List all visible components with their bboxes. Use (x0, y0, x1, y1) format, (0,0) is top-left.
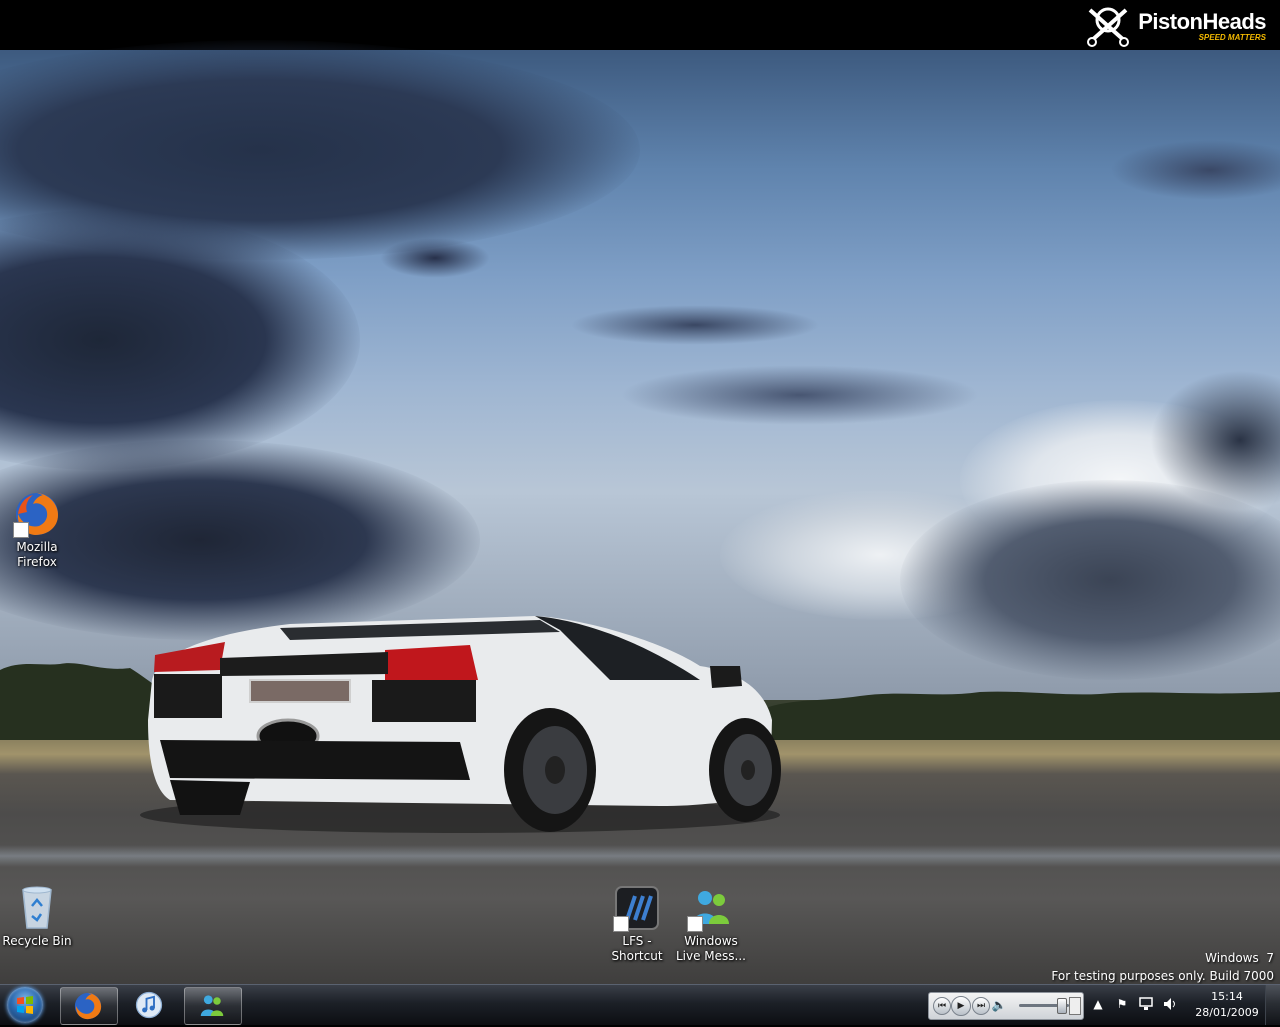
streak-cloud (620, 365, 980, 425)
desktop-icon-label: Firefox (17, 555, 57, 569)
desktop-icon-label: Live Mess... (675, 949, 746, 963)
desktop-icon-label: Shortcut (611, 949, 663, 963)
firefox-icon (13, 490, 61, 538)
sports-car (140, 616, 781, 833)
firefox-icon (74, 992, 102, 1020)
taskbar-button-itunes[interactable] (122, 987, 178, 1023)
shortcut-arrow-icon (613, 916, 629, 932)
watermark-os-name: Windows 7 (1205, 951, 1274, 965)
shortcut-arrow-icon (687, 916, 703, 932)
itunes-icon (135, 991, 163, 1019)
show-desktop-button[interactable] (1265, 985, 1280, 1025)
action-center-flag-icon[interactable]: ⚑ (1114, 996, 1130, 1012)
desktop-icon-label: Windows (684, 934, 738, 948)
media-player-toolbar: ⏮ ▶ ⏭ 🔈 (928, 992, 1084, 1020)
network-icon[interactable] (1138, 996, 1154, 1012)
watermark-build-text: For testing purposes only. Build 7000 (1051, 969, 1274, 983)
desktop-icon-lfs[interactable]: LFS - Shortcut (600, 884, 674, 964)
pistonheads-wordmark: PistonHeads SPEED MATTERS (1138, 8, 1266, 42)
desktop-icon-label: Recycle Bin (2, 934, 72, 948)
lfs-icon (613, 884, 661, 932)
windows-start-orb-icon (7, 987, 43, 1023)
previous-icon[interactable]: ⏮ (933, 997, 951, 1015)
streak-cloud (570, 305, 820, 345)
taskbar-button-windows-live-messenger[interactable] (184, 987, 242, 1025)
taskbar-button-firefox[interactable] (60, 987, 118, 1025)
desktop-wallpaper (0, 0, 1280, 1024)
brand-name: PistonHeads (1138, 8, 1266, 34)
pistonheads-logo: PistonHeads SPEED MATTERS (1084, 4, 1266, 48)
brand-tagline: SPEED MATTERS (1198, 32, 1266, 42)
volume-icon[interactable] (1162, 996, 1178, 1012)
start-button[interactable] (3, 986, 47, 1024)
desktop-icon-windows-live-messenger[interactable]: Windows Live Mess... (674, 884, 748, 964)
restore-icon[interactable] (1069, 997, 1081, 1015)
desktop-icon-label: Mozilla (16, 540, 58, 554)
volume-slider-knob[interactable] (1057, 998, 1067, 1014)
storm-cloud (380, 238, 490, 278)
windows-live-messenger-icon (687, 884, 735, 932)
wallpaper-puddle (0, 845, 1280, 867)
pistonheads-emblem-icon (1087, 7, 1130, 47)
volume-icon[interactable]: 🔈 (991, 997, 1007, 1013)
clock-date: 28/01/2009 (1195, 1006, 1259, 1019)
clock-time: 15:14 (1211, 990, 1243, 1003)
build-watermark: Windows 7 For testing purposes only. Bui… (1051, 949, 1274, 985)
taskbar: ⏮ ▶ ⏭ 🔈 ▲ ⚑ 15:14 28/01/2009 (0, 984, 1280, 1025)
desktop-icon-firefox[interactable]: Mozilla Firefox (0, 490, 74, 570)
system-clock[interactable]: 15:14 28/01/2009 (1190, 989, 1264, 1021)
play-icon[interactable]: ▶ (951, 996, 971, 1016)
recycle-bin-icon (13, 884, 61, 932)
show-hidden-icons-arrow[interactable]: ▲ (1090, 996, 1106, 1012)
desktop-icon-recycle-bin[interactable]: Recycle Bin (0, 884, 74, 949)
windows-live-messenger-icon (200, 995, 224, 1016)
next-icon[interactable]: ⏭ (972, 997, 990, 1015)
desktop-icon-label: LFS - (622, 934, 652, 948)
shortcut-arrow-icon (13, 522, 29, 538)
